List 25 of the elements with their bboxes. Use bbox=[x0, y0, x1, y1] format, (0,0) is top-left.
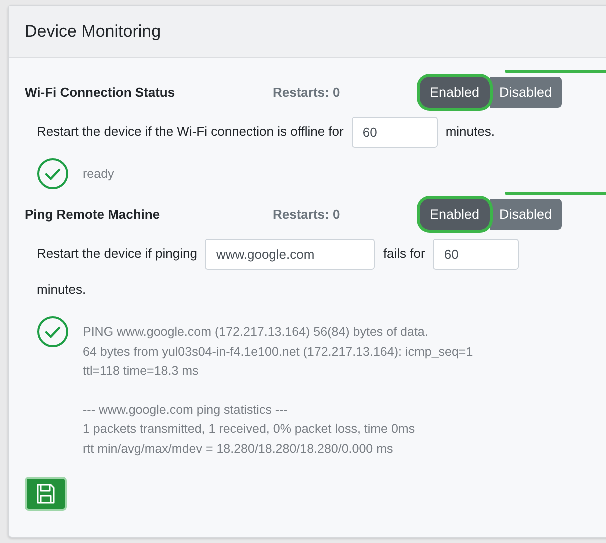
status-output-line: 1 packets transmitted, 1 received, 0% packet loss, time 0ms bbox=[83, 421, 416, 438]
restarts-count: Restarts: 0 bbox=[273, 84, 342, 100]
input-field[interactable]: 60 bbox=[433, 238, 520, 270]
toggle-button[interactable]: Disabled bbox=[490, 198, 562, 230]
toggle-button[interactable]: Disabled bbox=[490, 76, 562, 108]
status-output-line: 64 bytes from yul03s04-in-f4.1e100.net (172.217.13.164): icmp_seq=1 bbox=[83, 344, 474, 361]
status-output-line: rtt min/avg/max/mdev = 18.280/18.280/18.280/0.000 ms bbox=[83, 440, 394, 458]
restarts-count: Restarts: 0 bbox=[273, 206, 342, 222]
input-field[interactable]: 60 bbox=[352, 116, 438, 148]
rule-text: Restart the device if pinging bbox=[37, 245, 198, 263]
status-output-line: ttl=118 time=18.3 ms bbox=[83, 363, 200, 380]
status-output-line: PING www.google.com (172.217.13.164) 56(84) bytes of data. bbox=[83, 324, 430, 341]
section-title: Wi-Fi Connection Status bbox=[25, 84, 176, 100]
rule-text: minutes. bbox=[37, 281, 86, 299]
rule-text: minutes. bbox=[446, 123, 495, 141]
toggle-button[interactable]: Enabled bbox=[420, 198, 490, 230]
toggle-button[interactable]: Enabled bbox=[420, 76, 490, 108]
card-title: Device Monitoring bbox=[25, 22, 162, 42]
section-title: Ping Remote Machine bbox=[25, 206, 162, 222]
status-output-line: --- www.google.com ping statistics --- bbox=[83, 402, 289, 419]
input-field[interactable]: www.google.com bbox=[205, 238, 376, 270]
save-button[interactable] bbox=[25, 477, 67, 511]
rule-text: fails for bbox=[383, 245, 426, 263]
rule-text: Restart the device if the Wi-Fi connection is offline for bbox=[37, 123, 344, 141]
status-output-line: ready bbox=[83, 166, 114, 183]
